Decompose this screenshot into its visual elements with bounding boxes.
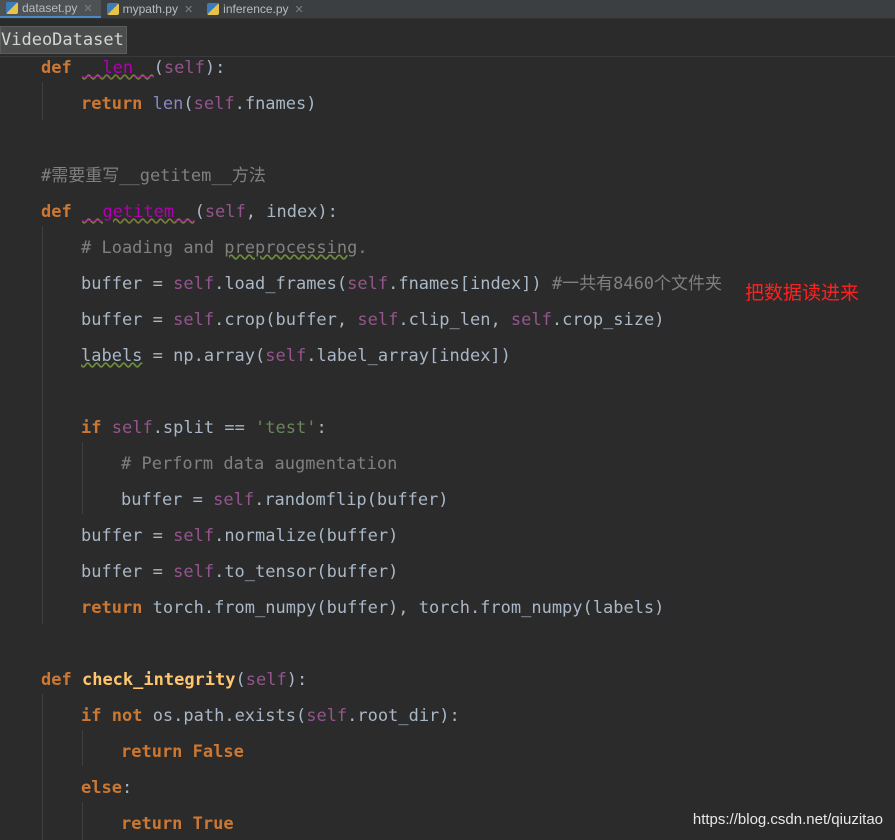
tab-label: mypath.py <box>122 2 178 16</box>
indent-guide <box>42 226 43 624</box>
tab-label: inference.py <box>223 2 289 16</box>
red-annotation: 把数据读进来 <box>745 282 860 304</box>
close-icon[interactable]: ✕ <box>83 2 92 15</box>
code-line: def __getitem__(self, index): <box>41 202 338 222</box>
indent-guide <box>42 82 43 120</box>
editor-tab-bar: dataset.py ✕ mypath.py ✕ inference.py ✕ <box>0 0 895 19</box>
code-line: labels = np.array(self.label_array[index… <box>81 346 511 366</box>
indent-guide <box>82 730 83 766</box>
code-line: def __len__(self): <box>41 58 226 78</box>
code-line: return True <box>121 814 234 834</box>
tab-dataset-py[interactable]: dataset.py ✕ <box>0 0 101 18</box>
close-icon[interactable]: ✕ <box>184 3 193 16</box>
breadcrumb[interactable]: VideoDataset <box>0 26 127 54</box>
code-line: buffer = self.crop(buffer, self.clip_len… <box>81 310 665 330</box>
watermark: https://blog.csdn.net/qiuzitao <box>692 811 883 828</box>
indent-guide <box>82 442 83 514</box>
code-line: #需要重写__getitem__方法 <box>41 166 266 186</box>
python-file-icon <box>6 2 18 14</box>
code-line: # Perform data augmentation <box>121 454 398 474</box>
code-line: if not os.path.exists(self.root_dir): <box>81 706 460 726</box>
code-line: # Loading and preprocessing. <box>81 238 368 258</box>
code-line: else: <box>81 778 133 798</box>
code-line: def check_integrity(self): <box>41 670 308 690</box>
code-line: return len(self.fnames) <box>81 94 317 114</box>
tab-label: dataset.py <box>22 1 78 15</box>
indent-guide <box>82 802 83 840</box>
indent-guide <box>42 694 43 840</box>
code-line: return torch.from_numpy(buffer), torch.f… <box>81 598 665 618</box>
python-file-icon <box>106 3 119 15</box>
tab-inference-py[interactable]: inference.py ✕ <box>201 0 312 18</box>
code-line: buffer = self.to_tensor(buffer) <box>81 562 399 582</box>
close-icon[interactable]: ✕ <box>295 3 304 16</box>
tab-mypath-py[interactable]: mypath.py ✕ <box>101 0 202 18</box>
code-line: return False <box>121 742 244 762</box>
code-line: buffer = self.randomflip(buffer) <box>121 490 449 510</box>
code-line: if self.split == 'test': <box>81 418 327 438</box>
code-line: buffer = self.normalize(buffer) <box>81 526 399 546</box>
code-line: buffer = self.load_frames(self.fnames[in… <box>81 274 723 294</box>
python-file-icon <box>207 3 220 15</box>
